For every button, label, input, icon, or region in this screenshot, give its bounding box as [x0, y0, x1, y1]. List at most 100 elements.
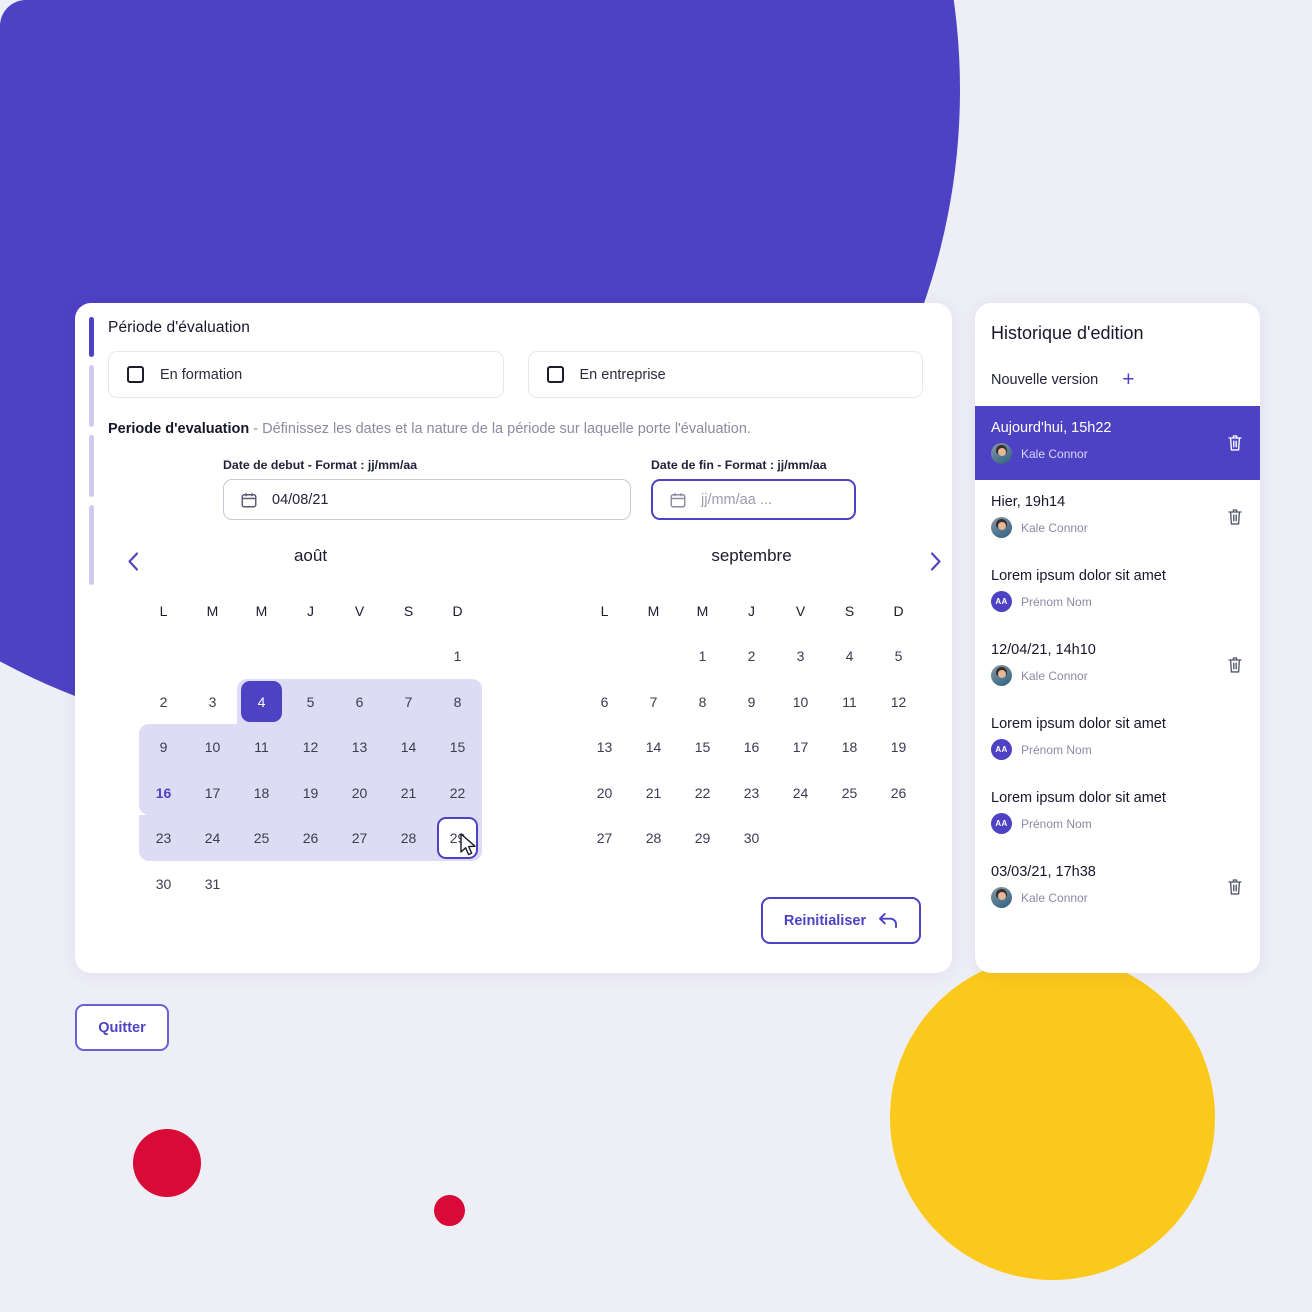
calendar-day-cell[interactable]: 18 — [237, 770, 286, 816]
calendar-day-cell[interactable]: 25 — [237, 816, 286, 862]
calendar-day-cell[interactable]: 14 — [629, 725, 678, 771]
calendar-day-cell[interactable]: 21 — [629, 770, 678, 816]
quit-button-label: Quitter — [98, 1019, 146, 1036]
calendar-day-cell[interactable]: 3 — [188, 679, 237, 725]
history-item[interactable]: Lorem ipsum dolor sit amet AA Prénom Nom — [975, 776, 1260, 850]
calendar-grid[interactable]: L M M J V S D 1 2 3 4 5 6 7 8 9 10 11 12 13 14 15 16 17 18 19 20 21… — [139, 588, 482, 907]
evaluation-period-card: Période d'évaluation En formation En ent… — [75, 303, 952, 973]
calendar-august: août L M M J V S D 1 2 3 4 5 6 7 8 9 10 11 12 13 14 15 16 17 18 1… — [139, 546, 482, 907]
calendar-day-cell[interactable]: 24 — [188, 816, 237, 862]
avatar: AA — [991, 591, 1012, 612]
checkbox-icon[interactable] — [127, 366, 144, 383]
calendar-day-cell[interactable]: 23 — [139, 816, 188, 862]
calendar-day-cell[interactable]: 17 — [776, 725, 825, 771]
checkbox-en-entreprise[interactable]: En entreprise — [527, 351, 923, 398]
calendar-day-cell[interactable]: 30 — [139, 861, 188, 907]
calendar-month-title: août — [293, 546, 328, 565]
history-item[interactable]: Aujourd'hui, 15h22 Kale Connor — [975, 406, 1260, 480]
calendar-day-cell[interactable]: 6 — [335, 679, 384, 725]
avatar — [991, 517, 1012, 538]
calendar-icon — [241, 492, 257, 507]
calendar-day-cell[interactable]: 17 — [188, 770, 237, 816]
calendar-day-cell[interactable]: 20 — [580, 770, 629, 816]
calendar-day-cell[interactable]: 22 — [433, 770, 482, 816]
plus-icon[interactable]: + — [1122, 369, 1134, 390]
calendar-day-cell[interactable]: 23 — [727, 770, 776, 816]
calendar-day-cell[interactable]: 21 — [384, 770, 433, 816]
calendar-day-cell[interactable]: 24 — [776, 770, 825, 816]
calendar-day-cell[interactable]: 1 — [433, 634, 482, 680]
next-month-button[interactable] — [925, 550, 947, 572]
calendar-day-cell[interactable]: 28 — [629, 816, 678, 862]
calendar-day-cell[interactable]: 27 — [580, 816, 629, 862]
calendar-day-cell[interactable]: 14 — [384, 725, 433, 771]
calendar-day-cell[interactable]: 7 — [384, 679, 433, 725]
calendar-day-cell[interactable]: 26 — [286, 816, 335, 862]
calendar-day-cell[interactable]: 9 — [139, 725, 188, 771]
calendar-day-cell[interactable]: 11 — [237, 725, 286, 771]
calendar-day-cell[interactable]: 19 — [874, 725, 923, 771]
checkbox-en-formation[interactable]: En formation — [108, 351, 504, 398]
calendar-grid[interactable]: L M M J V S D 1 2 3 4 5 6 7 8 9 10 11 12 13 14 15 16 17 18 19 20 21… — [580, 588, 923, 861]
calendar-day-cell[interactable]: 1 — [678, 634, 727, 680]
delete-version-button[interactable] — [1227, 656, 1243, 674]
calendar-day-cell[interactable]: 3 — [776, 634, 825, 680]
calendar-day-cell[interactable]: 10 — [188, 725, 237, 771]
end-date-input[interactable]: jj/mm/aa ... — [651, 479, 856, 520]
calendar-day-cell[interactable]: 5 — [874, 634, 923, 680]
calendar-day-cell[interactable]: 2 — [139, 679, 188, 725]
calendar-day-cell[interactable]: 8 — [678, 679, 727, 725]
calendar-day-cell[interactable]: 15 — [433, 725, 482, 771]
calendar-day-cell[interactable]: 13 — [580, 725, 629, 771]
calendar-day-cell[interactable]: 10 — [776, 679, 825, 725]
calendar-day-cell[interactable]: 18 — [825, 725, 874, 771]
quit-button[interactable]: Quitter — [75, 1004, 169, 1051]
start-date-field: Date de debut - Format : jj/mm/aa 04/08/… — [223, 458, 631, 520]
calendar-day-cell[interactable]: 25 — [825, 770, 874, 816]
delete-version-button[interactable] — [1227, 878, 1243, 896]
calendar-day-cell[interactable]: 4 — [825, 634, 874, 680]
calendar-day-cell[interactable]: 27 — [335, 816, 384, 862]
history-item[interactable]: Lorem ipsum dolor sit amet AA Prénom Nom — [975, 702, 1260, 776]
calendar-day-cell[interactable]: 8 — [433, 679, 482, 725]
calendar-day-cell[interactable]: 5 — [286, 679, 335, 725]
calendar-day-cell[interactable]: 31 — [188, 861, 237, 907]
calendar-day-cell[interactable]: 16 — [139, 770, 188, 816]
end-date-field: Date de fin - Format : jj/mm/aa jj/mm/aa… — [651, 458, 856, 520]
calendar-day-cell[interactable]: 12 — [874, 679, 923, 725]
calendar-day-cell[interactable]: 6 — [580, 679, 629, 725]
delete-version-button[interactable] — [1227, 434, 1243, 452]
calendar-day-cell[interactable]: 20 — [335, 770, 384, 816]
calendar-day-cell[interactable]: 19 — [286, 770, 335, 816]
subsection-heading-title: Periode d'evaluation — [108, 421, 250, 437]
calendar-day-cell[interactable]: 30 — [727, 816, 776, 862]
calendar-day-cell[interactable]: 9 — [727, 679, 776, 725]
history-list: Aujourd'hui, 15h22 Kale Connor Hier, 19h14… — [975, 406, 1260, 924]
start-date-input[interactable]: 04/08/21 — [223, 479, 631, 520]
calendar-day-cell[interactable]: 11 — [825, 679, 874, 725]
calendar-day-cell[interactable]: 12 — [286, 725, 335, 771]
app-root: Période d'évaluation En formation En ent… — [0, 0, 1312, 1312]
calendar-day-cell[interactable]: 2 — [727, 634, 776, 680]
history-item[interactable]: Hier, 19h14 Kale Connor — [975, 480, 1260, 554]
calendar-day-cell[interactable]: 29 — [433, 816, 482, 862]
checkbox-icon[interactable] — [546, 366, 564, 383]
calendar-day-cell[interactable]: 4 — [237, 679, 286, 725]
delete-version-button[interactable] — [1227, 508, 1243, 526]
calendar-day-cell[interactable]: 16 — [727, 725, 776, 771]
history-item[interactable]: 03/03/21, 17h38 Kale Connor — [975, 850, 1260, 924]
calendar-day-cell[interactable]: 29 — [678, 816, 727, 862]
calendar-day-cell[interactable]: 7 — [629, 679, 678, 725]
new-version-row[interactable]: Nouvelle version + — [991, 369, 1134, 390]
history-item-author: Prénom Nom — [1021, 742, 1092, 757]
calendar-day-cell[interactable]: 28 — [384, 816, 433, 862]
calendar-day-cell[interactable]: 13 — [335, 725, 384, 771]
calendar-day-cell[interactable]: 15 — [678, 725, 727, 771]
reset-button[interactable]: Reinitialiser — [761, 897, 921, 944]
history-item[interactable]: Lorem ipsum dolor sit amet AA Prénom Nom — [975, 554, 1260, 628]
history-item[interactable]: 12/04/21, 14h10 Kale Connor — [975, 628, 1260, 702]
page-title: Période d'évaluation — [108, 319, 250, 336]
accent-bar-1 — [89, 317, 94, 357]
calendar-day-cell[interactable]: 22 — [678, 770, 727, 816]
calendar-day-cell[interactable]: 26 — [874, 770, 923, 816]
